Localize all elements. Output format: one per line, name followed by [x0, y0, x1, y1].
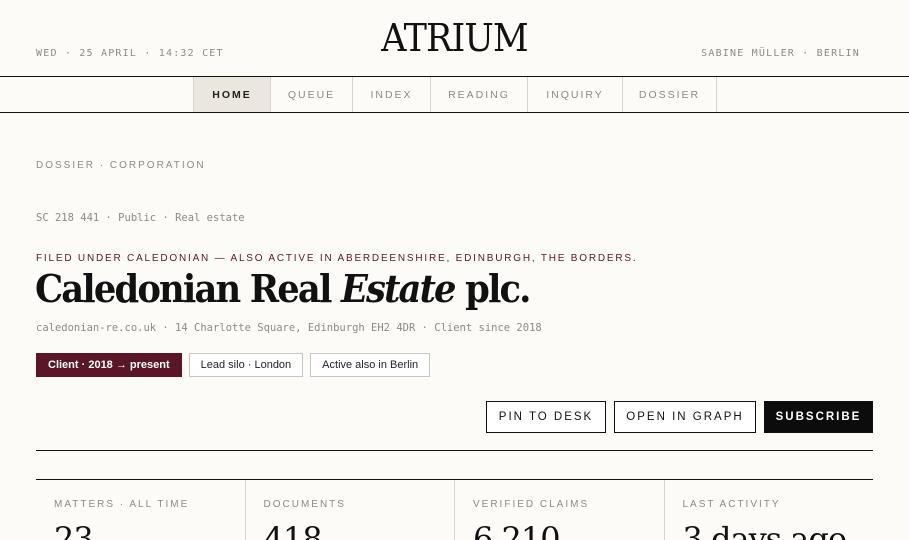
page-title: Caledonian Real Estate plc. [35, 266, 531, 311]
title-italic: Estate [340, 266, 457, 311]
title-part-1: Caledonian Real [35, 266, 341, 311]
stat-value: 23 [54, 520, 94, 540]
stat-documents: DOCUMENTS 418 [244, 480, 455, 540]
stat-label: DOCUMENTS [263, 499, 346, 510]
pin-to-desk-button[interactable]: PIN TO DESK [486, 401, 606, 433]
stat-label: VERIFIED CLAIMS [473, 499, 590, 510]
dossier-actions: PIN TO DESK OPEN IN GRAPH SUBSCRIBE [486, 401, 873, 433]
open-in-graph-button[interactable]: OPEN IN GRAPH [614, 401, 756, 433]
section-kicker: DOSSIER · CORPORATION [36, 160, 206, 171]
stat-matters: MATTERS · ALL TIME 23 [36, 480, 245, 540]
tab-inquiry[interactable]: INQUIRY [528, 77, 623, 112]
subscribe-button[interactable]: SUBSCRIBE [764, 401, 873, 433]
title-part-2: plc. [454, 266, 531, 311]
stats-row: MATTERS · ALL TIME 23 DOCUMENTS 418 VERI… [36, 480, 873, 540]
nav-tabs: HOME QUEUE INDEX READING INQUIRY DOSSIER [193, 77, 717, 112]
registration-meta: SC 218 441 · Public · Real estate [36, 212, 245, 224]
stat-last-activity: LAST ACTIVITY 3 days ago [663, 480, 874, 540]
stat-value: 3 days ago [682, 520, 848, 540]
stat-label: LAST ACTIVITY [682, 499, 781, 510]
tab-dossier[interactable]: DOSSIER [623, 77, 717, 112]
stat-label: MATTERS · ALL TIME [54, 499, 190, 510]
tab-queue[interactable]: QUEUE [271, 77, 353, 112]
stat-value: 6,210 [473, 520, 561, 540]
client-since-badge: Client · 2018 → present [36, 353, 182, 377]
status-badges: Client · 2018 → present Lead silo · Lond… [36, 353, 431, 377]
tab-home[interactable]: HOME [194, 77, 271, 112]
masthead: WED · 25 APRIL · 14:32 CET ATRIUM SABINE… [0, 0, 909, 77]
lead-silo-badge: Lead silo · London [188, 353, 304, 377]
tab-index[interactable]: INDEX [353, 77, 431, 112]
stat-verified-claims: VERIFIED CLAIMS 6,210 [454, 480, 664, 540]
user-location[interactable]: SABINE MÜLLER · BERLIN [701, 48, 860, 59]
stat-value: 418 [263, 520, 323, 540]
tab-reading[interactable]: READING [431, 77, 528, 112]
main-nav: HOME QUEUE INDEX READING INQUIRY DOSSIER [0, 77, 909, 113]
active-region-badge: Active also in Berlin [310, 353, 431, 377]
filed-under-note: FILED UNDER CALEDONIAN — ALSO ACTIVE IN … [36, 253, 638, 264]
divider [36, 450, 873, 451]
company-subline: caledonian-re.co.uk · 14 Charlotte Squar… [36, 322, 542, 334]
